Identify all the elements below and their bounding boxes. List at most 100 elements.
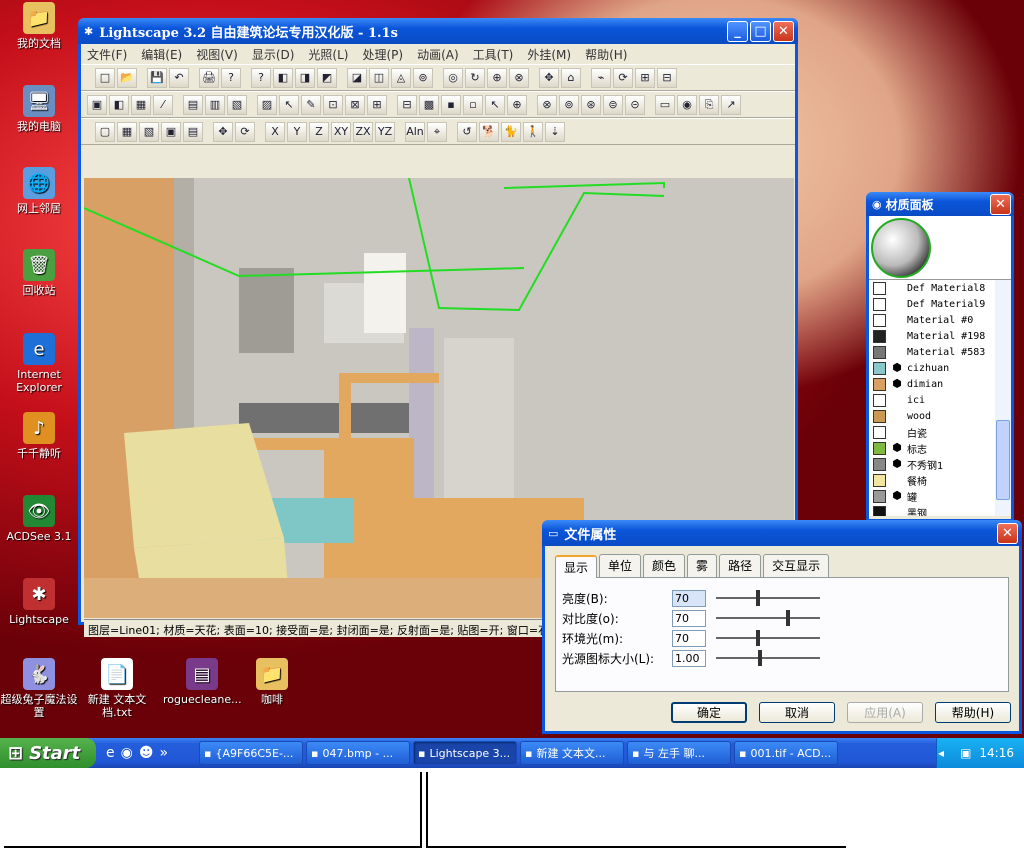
toolbar3-button-16[interactable]: 🐕: [479, 121, 499, 142]
toolbar2-button-4[interactable]: ▤: [183, 94, 203, 115]
close-button[interactable]: ✕: [773, 20, 794, 42]
toolbar1-button-21[interactable]: ⟳: [613, 67, 633, 88]
toolbar2-button-15[interactable]: ▪: [441, 94, 461, 115]
menu-item-1[interactable]: 编辑(E): [141, 46, 182, 63]
menu-item-9[interactable]: 帮助(H): [585, 46, 627, 63]
slider-thumb[interactable]: [758, 650, 762, 666]
scrollbar-thumb[interactable]: [996, 420, 1010, 500]
material-item[interactable]: Material #0: [869, 312, 995, 328]
toolbar3-button-7[interactable]: X: [265, 121, 285, 142]
toolbar2-button-13[interactable]: ⊟: [397, 94, 417, 115]
toolbar3-button-12[interactable]: YZ: [375, 121, 395, 142]
menu-item-6[interactable]: 动画(A): [417, 46, 459, 63]
material-item[interactable]: wood: [869, 408, 995, 424]
desktop-icon-0[interactable]: 📁 我的文档: [0, 2, 78, 50]
property-input[interactable]: 70: [672, 629, 706, 647]
menu-item-0[interactable]: 文件(F): [87, 46, 127, 63]
material-panel-close-button[interactable]: ✕: [990, 193, 1011, 215]
slider-thumb[interactable]: [756, 590, 760, 606]
material-item[interactable]: ⬢ 标志: [869, 440, 995, 456]
desktop-icon-8[interactable]: 🐇 超级兔子魔法设置: [0, 658, 78, 719]
material-scrollbar[interactable]: [995, 280, 1011, 516]
toolbar1-button-17[interactable]: ⊗: [509, 67, 529, 88]
toolbar3-button-19[interactable]: ⇣: [545, 121, 565, 142]
cancel-button[interactable]: 取消: [759, 702, 835, 723]
property-slider[interactable]: [716, 590, 820, 606]
toolbar3-button-0[interactable]: ▢: [95, 121, 115, 142]
menu-item-3[interactable]: 显示(D): [252, 46, 295, 63]
property-slider[interactable]: [716, 630, 820, 646]
toolbar1-button-4[interactable]: 🖨: [199, 67, 219, 88]
desktop-icon-7[interactable]: ✱ Lightscape: [0, 578, 78, 626]
tab-4[interactable]: 路径: [719, 554, 762, 577]
toolbar1-button-16[interactable]: ⊕: [487, 67, 507, 88]
slider-thumb[interactable]: [786, 610, 790, 626]
desktop-icon-5[interactable]: ♪ 千千静听: [0, 412, 78, 460]
toolbar1-button-3[interactable]: ↶: [169, 67, 189, 88]
toolbar2-button-21[interactable]: ⊛: [581, 94, 601, 115]
lightscape-titlebar[interactable]: ✱ Lightscape 3.2 自由建筑论坛专用汉化版 - 1.1s _ □ …: [78, 18, 798, 44]
toolbar2-button-5[interactable]: ▥: [205, 94, 225, 115]
toolbar2-button-0[interactable]: ▣: [87, 94, 107, 115]
toolbar2-button-12[interactable]: ⊞: [367, 94, 387, 115]
material-panel[interactable]: ◉ 材质面板 ✕ Def Material8 Def Material9 Mater…: [866, 192, 1014, 522]
toolbar2-button-26[interactable]: ⎘: [699, 94, 719, 115]
menu-item-2[interactable]: 视图(V): [196, 46, 238, 63]
toolbar1-button-13[interactable]: ⊚: [413, 67, 433, 88]
toolbar2-button-1[interactable]: ◧: [109, 94, 129, 115]
menu-item-5[interactable]: 处理(P): [362, 46, 403, 63]
menu-item-7[interactable]: 工具(T): [473, 46, 514, 63]
toolbar3-button-6[interactable]: ⟳: [235, 121, 255, 142]
toolbar3-button-17[interactable]: 🐈: [501, 121, 521, 142]
dialog-close-button[interactable]: ✕: [997, 522, 1018, 544]
toolbar1-button-19[interactable]: ⌂: [561, 67, 581, 88]
toolbar1-button-8[interactable]: ◨: [295, 67, 315, 88]
toolbar1-button-2[interactable]: 💾: [147, 67, 167, 88]
ok-button[interactable]: 确定: [671, 702, 747, 723]
toolbar3-button-14[interactable]: ⌖: [427, 121, 447, 142]
material-item[interactable]: ⬢ dimian: [869, 376, 995, 392]
material-item[interactable]: Material #583: [869, 344, 995, 360]
taskbar-task-1[interactable]: ▪ 047.bmp - ...: [306, 741, 410, 765]
messenger-icon[interactable]: ◉: [121, 745, 133, 761]
toolbar2-button-11[interactable]: ⊠: [345, 94, 365, 115]
toolbar3-button-9[interactable]: Z: [309, 121, 329, 142]
toolbar3-button-4[interactable]: ▤: [183, 121, 203, 142]
property-input[interactable]: 70: [672, 609, 706, 627]
toolbar1-button-22[interactable]: ⊞: [635, 67, 655, 88]
tray-arrow-icon[interactable]: ◂: [938, 746, 944, 760]
tab-1[interactable]: 单位: [599, 554, 642, 577]
material-item[interactable]: ⬢ 罐: [869, 488, 995, 504]
material-item[interactable]: ici: [869, 392, 995, 408]
material-item[interactable]: 餐椅: [869, 472, 995, 488]
toolbar2-button-3[interactable]: ⁄: [153, 94, 173, 115]
toolbar3-button-1[interactable]: ▦: [117, 121, 137, 142]
apply-button[interactable]: 应用(A): [847, 702, 923, 723]
property-slider[interactable]: [716, 610, 820, 626]
property-input[interactable]: 1.00: [672, 649, 706, 667]
tab-0[interactable]: 显示: [555, 555, 598, 578]
toolbar1-button-1[interactable]: 📂: [117, 67, 137, 88]
toolbar1-button-12[interactable]: ◬: [391, 67, 411, 88]
tab-3[interactable]: 雾: [687, 554, 718, 577]
toolbar2-button-7[interactable]: ▨: [257, 94, 277, 115]
taskbar-task-5[interactable]: ▪ 001.tif - ACD...: [734, 741, 838, 765]
toolbar1-button-14[interactable]: ◎: [443, 67, 463, 88]
desktop-icon-11[interactable]: 📁 咖啡: [233, 658, 311, 706]
toolbar2-button-8[interactable]: ↖: [279, 94, 299, 115]
toolbar1-button-23[interactable]: ⊟: [657, 67, 677, 88]
slider-thumb[interactable]: [756, 630, 760, 646]
toolbar3-button-11[interactable]: ZX: [353, 121, 373, 142]
start-button[interactable]: ⊞ Start: [0, 738, 96, 768]
toolbar2-button-18[interactable]: ⊕: [507, 94, 527, 115]
property-slider[interactable]: [716, 650, 820, 666]
maximize-button[interactable]: □: [750, 20, 771, 42]
dialog-titlebar[interactable]: ▭ 文件属性 ✕: [542, 520, 1022, 546]
taskbar-task-2[interactable]: ▪ Lightscape 3...: [413, 741, 517, 765]
toolbar2-button-25[interactable]: ◉: [677, 94, 697, 115]
desktop-icon-1[interactable]: 🖥 我的电脑: [0, 85, 78, 133]
toolbar2-button-27[interactable]: ↗: [721, 94, 741, 115]
ie-quicklaunch-icon[interactable]: e: [106, 745, 115, 761]
toolbar1-button-11[interactable]: ◫: [369, 67, 389, 88]
toolbar2-button-16[interactable]: ▫: [463, 94, 483, 115]
